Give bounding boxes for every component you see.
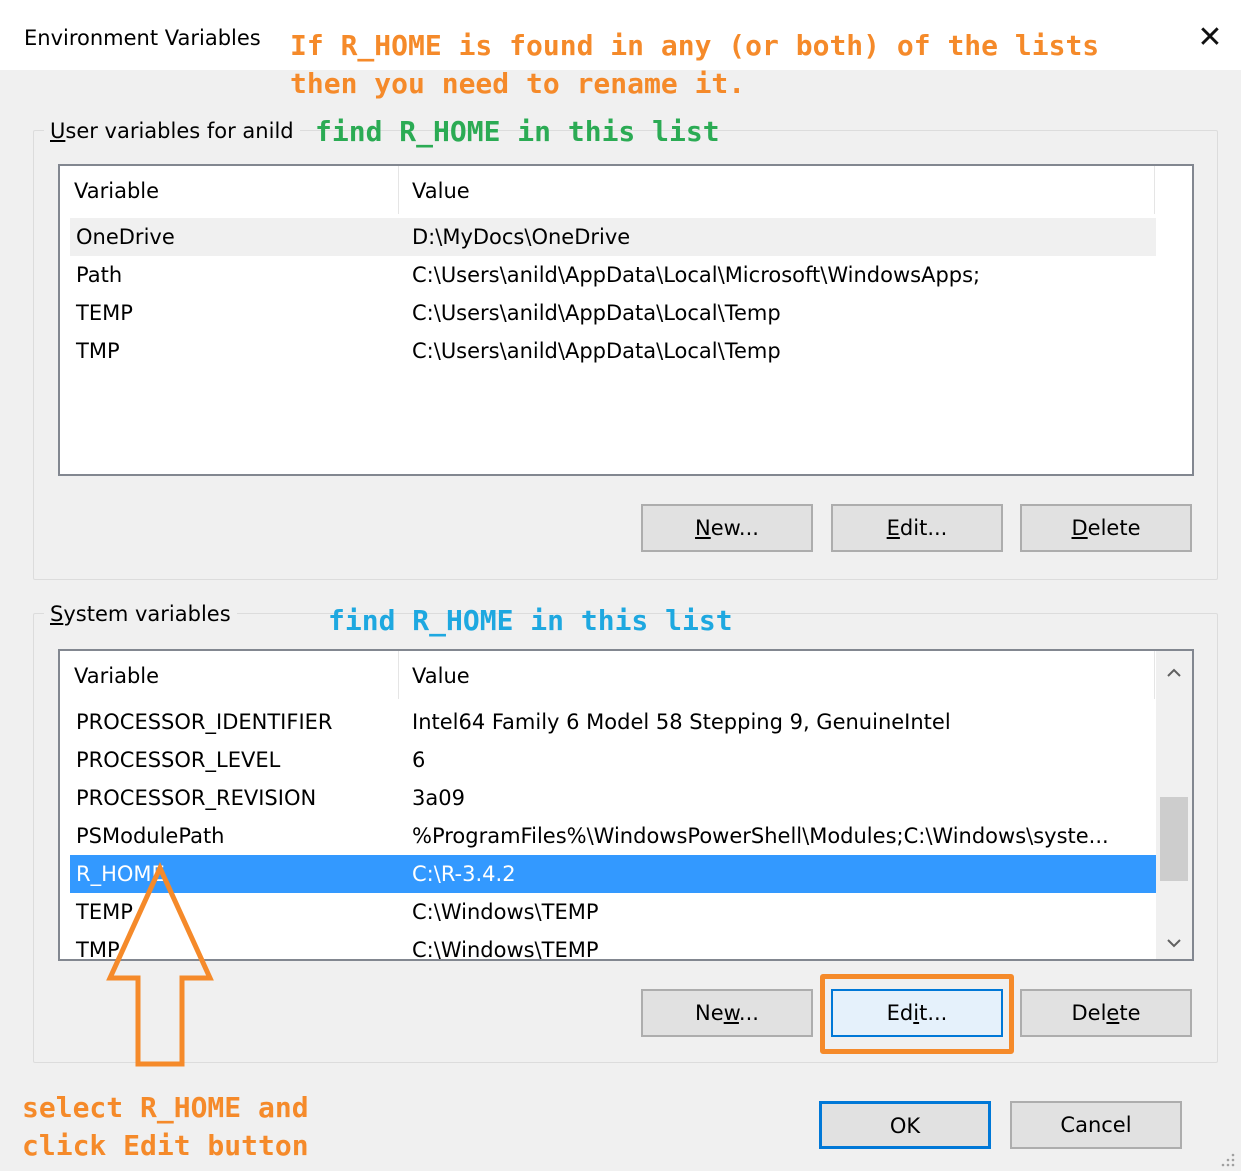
column-header-value[interactable]: Value [398, 651, 470, 699]
system-delete-button[interactable]: Delete [1020, 989, 1192, 1037]
list-item[interactable]: Path C:\Users\anild\AppData\Local\Micros… [70, 256, 1156, 294]
user-delete-button[interactable]: Delete [1020, 504, 1192, 552]
system-new-button[interactable]: New... [641, 989, 813, 1037]
window-title: Environment Variables [24, 26, 261, 50]
system-variables-list[interactable]: Variable Value PROCESSOR_IDENTIFIER Inte… [58, 649, 1194, 961]
column-header-value[interactable]: Value [398, 166, 470, 214]
system-list-header: Variable Value [60, 651, 1192, 699]
system-variables-label: System variables [44, 600, 237, 628]
cancel-button[interactable]: Cancel [1010, 1101, 1182, 1149]
close-icon[interactable]: ✕ [1190, 18, 1230, 58]
list-item[interactable]: TEMP C:\Users\anild\AppData\Local\Temp [70, 294, 1156, 332]
edit-button-highlight [820, 974, 1014, 1054]
user-new-button[interactable]: New... [641, 504, 813, 552]
user-variables-list[interactable]: Variable Value OneDrive D:\MyDocs\OneDri… [58, 164, 1194, 476]
list-item-selected[interactable]: R_HOME C:\R-3.4.2 [70, 855, 1156, 893]
list-item[interactable]: TMP C:\Windows\TEMP [70, 931, 1156, 959]
list-item[interactable]: PROCESSOR_IDENTIFIER Intel64 Family 6 Mo… [70, 703, 1156, 741]
user-variables-label: User variables for anild [44, 117, 300, 145]
column-header-variable[interactable]: Variable [60, 166, 159, 214]
annotation-system-note: find R_HOME in this list [328, 604, 733, 637]
list-item[interactable]: PSModulePath %ProgramFiles%\WindowsPower… [70, 817, 1156, 855]
arrow-up-icon [106, 861, 214, 1067]
ok-button[interactable]: OK [819, 1101, 991, 1149]
scroll-down-icon[interactable] [1156, 923, 1192, 959]
list-item[interactable]: OneDrive D:\MyDocs\OneDrive [70, 218, 1156, 256]
resize-grip-icon[interactable] [1218, 1150, 1236, 1168]
annotation-bottom-line2: click Edit button [22, 1129, 309, 1162]
annotation-bottom-line1: select R_HOME and [22, 1091, 309, 1124]
annotation-top-line2: then you need to rename it. [290, 67, 746, 100]
list-item[interactable]: PROCESSOR_LEVEL 6 [70, 741, 1156, 779]
user-list-header: Variable Value [60, 166, 1192, 214]
scroll-up-icon[interactable] [1156, 653, 1192, 689]
list-item[interactable]: TEMP C:\Windows\TEMP [70, 893, 1156, 931]
column-header-variable[interactable]: Variable [60, 651, 159, 699]
annotation-user-note: find R_HOME in this list [315, 115, 720, 148]
list-item[interactable]: TMP C:\Users\anild\AppData\Local\Temp [70, 332, 1156, 370]
annotation-top-line1: If R_HOME is found in any (or both) of t… [290, 29, 1100, 62]
scroll-thumb[interactable] [1160, 797, 1188, 881]
user-edit-button[interactable]: Edit... [831, 504, 1003, 552]
list-item[interactable]: PROCESSOR_REVISION 3a09 [70, 779, 1156, 817]
system-list-scrollbar[interactable] [1156, 651, 1192, 959]
